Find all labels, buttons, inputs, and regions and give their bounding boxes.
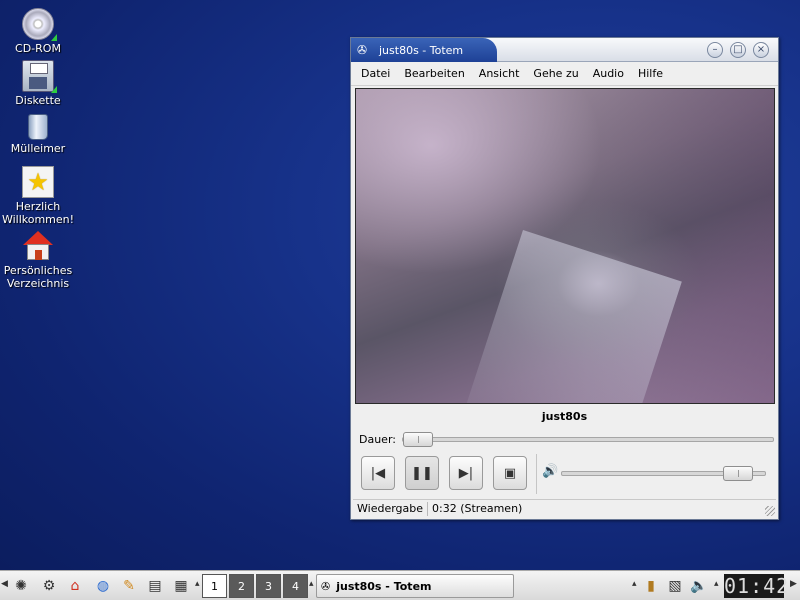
pager-desktop-3[interactable]: 3: [256, 574, 281, 598]
status-state: Wiedergabe: [353, 501, 429, 516]
skip-previous-icon: |◀: [370, 465, 386, 481]
desktop-icon-trash[interactable]: Mülleimer: [0, 110, 76, 155]
maximize-icon: □: [733, 44, 743, 55]
totem-app-icon[interactable]: ✇: [357, 43, 371, 57]
statusbar: Wiedergabe 0:32 (Streamen): [353, 499, 776, 517]
taskbar-item-totem[interactable]: ✇ just80s - Totem: [316, 574, 514, 598]
maximize-button[interactable]: □: [730, 42, 746, 58]
home-folder-icon: [22, 230, 54, 262]
fullscreen-icon: ▣: [503, 465, 517, 481]
tray-scroll-arrow[interactable]: ▴: [632, 579, 637, 589]
volume-icon: 🔊: [542, 464, 559, 479]
menubar: Datei Bearbeiten Ansicht Gehe zu Audio H…: [351, 62, 778, 86]
panel-scroll-arrow[interactable]: ▴: [195, 579, 200, 589]
speaker-icon: 🔈: [690, 578, 708, 594]
minimize-icon: –: [712, 44, 718, 55]
taskbar-scroll-arrow[interactable]: ▴: [309, 579, 314, 589]
seek-slider-handle[interactable]: [403, 431, 433, 447]
main-menu-button[interactable]: ✺: [10, 574, 32, 598]
next-button[interactable]: ▶|: [449, 456, 483, 490]
desktop-icon-floppy[interactable]: Diskette: [0, 60, 76, 107]
home-icon: ⌂: [70, 578, 80, 594]
launcher-browser[interactable]: ◍: [92, 574, 114, 598]
stream-title: just80s: [541, 410, 588, 423]
window-titlebar[interactable]: ✇ just80s - Totem – □ ×: [351, 38, 778, 62]
bottom-panel: ◀ ✺ ⚙ ⌂ ◍ ✎ ▤ ▦ ▴ 1 2 3 4 ▴ ✇ just80s - …: [0, 570, 800, 600]
launcher-editor[interactable]: ▦: [170, 574, 192, 598]
close-button[interactable]: ×: [753, 42, 769, 58]
launcher-office[interactable]: ✎: [118, 574, 140, 598]
pager-desktop-2[interactable]: 2: [229, 574, 254, 598]
text-editor-icon: ▦: [174, 578, 188, 594]
previous-button[interactable]: |◀: [361, 456, 395, 490]
calendar-warning-icon: ▧: [668, 578, 682, 594]
minimize-button[interactable]: –: [707, 42, 723, 58]
totem-window: ✇ just80s - Totem – □ × Datei Bearbeiten…: [350, 37, 779, 520]
launcher-writer[interactable]: ▤: [144, 574, 166, 598]
controls-separator: [536, 454, 537, 494]
seek-label: Dauer:: [359, 432, 396, 446]
menu-audio[interactable]: Audio: [593, 67, 624, 80]
desktop-icon-label: CD-ROM: [15, 42, 61, 55]
document-icon: ▤: [148, 578, 162, 594]
pager-desktop-1[interactable]: 1: [202, 574, 227, 598]
status-time: 0:32 (Streamen): [432, 501, 523, 515]
welcome-star-icon: ★: [22, 166, 54, 198]
skip-next-icon: ▶|: [458, 465, 474, 481]
title-tab: ✇ just80s - Totem: [351, 38, 497, 62]
gear-icon: ✺: [15, 578, 27, 594]
pause-icon: ❚❚: [411, 465, 433, 481]
menu-gehe-zu[interactable]: Gehe zu: [533, 67, 578, 80]
cdrom-icon: [22, 8, 57, 41]
tray-volume[interactable]: 🔈: [688, 574, 710, 598]
menu-datei[interactable]: Datei: [361, 67, 390, 80]
window-title: just80s - Totem: [379, 43, 464, 57]
desktop-icon-cdrom[interactable]: CD-ROM: [0, 8, 76, 55]
floppy-icon: [22, 60, 57, 93]
control-center-icon: ⚙: [42, 578, 56, 594]
menu-hilfe[interactable]: Hilfe: [638, 67, 663, 80]
trash-icon: [28, 114, 48, 140]
clipboard-icon: ▮: [647, 578, 655, 594]
globe-icon: ◍: [96, 578, 110, 594]
tray-update[interactable]: ▧: [664, 574, 686, 598]
resize-grip[interactable]: [765, 506, 775, 516]
desktop-icon-welcome[interactable]: ★ Herzlich Willkommen!: [0, 166, 76, 226]
tray-klipper[interactable]: ▮: [640, 574, 662, 598]
launcher-home[interactable]: ⌂: [64, 574, 86, 598]
seek-row: Dauer:: [359, 431, 774, 447]
fullscreen-button[interactable]: ▣: [493, 456, 527, 490]
panel-clock[interactable]: 01:42: [724, 574, 788, 598]
playback-controls: |◀ ❚❚ ▶| ▣ 🔊: [359, 454, 774, 494]
totem-app-icon: ✇: [321, 579, 331, 593]
menu-ansicht[interactable]: Ansicht: [479, 67, 520, 80]
pause-button[interactable]: ❚❚: [405, 456, 439, 490]
panel-hide-left-arrow[interactable]: ◀: [1, 579, 8, 589]
volume-slider-handle[interactable]: [722, 466, 753, 481]
pager-desktop-4[interactable]: 4: [283, 574, 308, 598]
panel-hide-right-arrow[interactable]: ▶: [790, 579, 797, 589]
desktop-icon-label: Mülleimer: [10, 142, 66, 155]
launcher-kcontrol[interactable]: ⚙: [38, 574, 60, 598]
desktop-icon-label: Herzlich Willkommen!: [1, 200, 75, 226]
office-icon: ✎: [123, 578, 135, 594]
desktop-icon-label: Persönliches Verzeichnis: [3, 264, 73, 290]
seek-slider[interactable]: [402, 431, 774, 447]
volume-slider[interactable]: [561, 466, 766, 481]
menu-bearbeiten[interactable]: Bearbeiten: [404, 67, 464, 80]
close-icon: ×: [756, 44, 766, 55]
video-area[interactable]: [355, 88, 775, 404]
taskbar-item-label: just80s - Totem: [336, 579, 432, 593]
desktop-icon-home[interactable]: Persönliches Verzeichnis: [0, 230, 76, 290]
tray-arrow[interactable]: ▴: [714, 579, 719, 589]
desktop-icon-label: Diskette: [15, 94, 61, 107]
